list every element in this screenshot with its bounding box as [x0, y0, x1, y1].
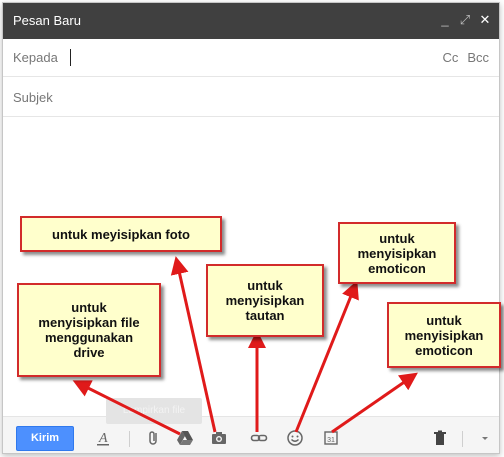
drive-icon[interactable] [175, 428, 195, 448]
toolbar-divider [462, 431, 463, 447]
close-icon[interactable]: ✕ [479, 12, 491, 28]
svg-text:A: A [98, 431, 108, 446]
trash-icon[interactable] [430, 428, 450, 448]
send-button[interactable]: Kirim [16, 426, 74, 451]
calendar-icon[interactable]: 31 [321, 428, 341, 448]
callout-emoticon-right: untuk menyisipkan emoticon [387, 302, 501, 368]
window-title: Pesan Baru [13, 13, 81, 28]
minimize-icon[interactable]: _ [439, 12, 451, 28]
expand-icon[interactable]: ⤢ [459, 12, 471, 28]
formatting-icon[interactable]: A [93, 428, 113, 448]
callout-emoticon-top: untuk menyisipkan emoticon [338, 222, 456, 284]
bottom-toolbar: Kirim A 31 [3, 416, 499, 453]
callout-link: untuk menyisipkan tautan [206, 264, 324, 337]
toolbar-divider [129, 431, 130, 447]
subject-placeholder: Subjek [13, 90, 53, 105]
callout-photo: untuk meyisipkan foto [20, 216, 222, 252]
text-caret [70, 49, 71, 66]
camera-icon[interactable] [209, 428, 229, 448]
callout-drive: untuk menyisipkan file menggunakan drive [17, 283, 161, 377]
subject-field[interactable]: Subjek [3, 79, 499, 117]
smiley-icon[interactable] [285, 428, 305, 448]
recipients-field[interactable]: Kepada Cc Bcc [3, 39, 499, 77]
link-icon[interactable] [249, 428, 269, 448]
title-bar: Pesan Baru _ ⤢ ✕ [3, 3, 499, 39]
attach-tooltip: Lampirkan file [106, 398, 202, 424]
calendar-day: 31 [327, 437, 335, 444]
cc-link[interactable]: Cc [442, 50, 458, 65]
to-label: Kepada [13, 50, 58, 65]
cc-bcc-links: Cc Bcc [442, 50, 489, 65]
bcc-link[interactable]: Bcc [467, 50, 489, 65]
window-controls: _ ⤢ ✕ [439, 12, 491, 28]
chevron-down-icon[interactable] [475, 428, 495, 448]
paperclip-icon[interactable] [144, 428, 164, 448]
